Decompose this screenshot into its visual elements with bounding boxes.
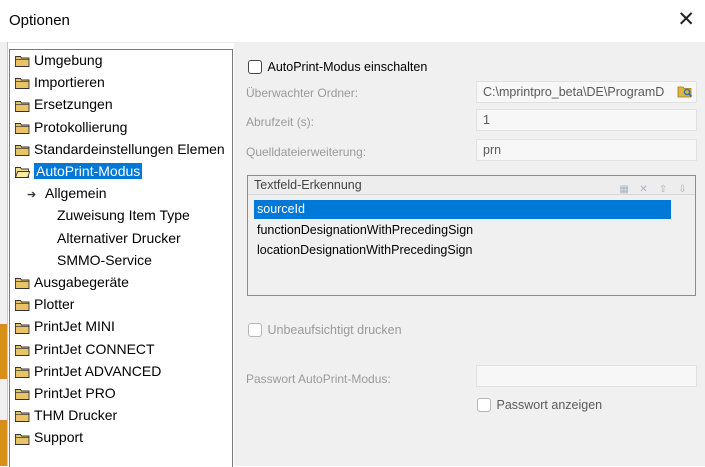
poll-time-value: 1 [483,113,490,127]
tree-item-label: Ersetzungen [34,96,113,113]
file-extension-value: prn [483,143,502,157]
tree-item-label: PrintJet MINI [34,318,115,335]
tree-item-label: Zuweisung Item Type [57,207,190,224]
enable-autoprint-row[interactable]: AutoPrint-Modus einschalten [248,59,427,74]
unattended-print-label: Unbeaufsichtigt drucken [267,322,402,337]
tree-item-label: PrintJet ADVANCED [34,362,162,379]
textfield-toolbar: ▦ ✕ ⇧ ⇩ [615,179,689,195]
options-tree[interactable]: Umgebung Importieren Ersetzungen Protokolli… [9,49,233,467]
tree-item[interactable]: Zuweisung Item Type [57,205,190,225]
tree-item[interactable]: Ausgabegeräte [15,272,129,292]
move-down-icon[interactable]: ⇩ [676,184,689,196]
tree-item-label: Protokollierung [34,118,128,135]
tree-item[interactable]: Support [15,427,83,447]
background-window-edge [0,42,8,466]
textfield-list-item[interactable]: sourceId [254,200,671,219]
folder-icon [15,100,30,112]
tree-item[interactable]: Plotter [15,294,74,314]
tree-item-label: THM Drucker [34,407,118,424]
tree-item[interactable]: PrintJet PRO [15,383,116,403]
watched-folder-value: C:\mprintpro_beta\DE\ProgramD [483,85,665,99]
poll-time-field[interactable]: 1 [476,109,697,131]
folder-icon [15,388,30,401]
password-field[interactable] [476,365,697,387]
file-extension-label: Quelldateierweiterung: [246,145,367,159]
tree-item[interactable]: SMMO-Service [57,250,152,270]
password-label: Passwort AutoPrint-Modus: [246,372,391,386]
enable-autoprint-checkbox[interactable] [248,59,262,74]
folder-open-icon [15,166,30,179]
tree-item-label: Allgemein [45,185,107,202]
watched-folder-label: Überwachter Ordner: [246,86,359,100]
browse-folder-icon[interactable] [677,84,693,98]
folder-icon [15,322,30,334]
title-bar: Optionen ✕ [0,0,705,43]
current-arrow-icon: ➔ [27,189,37,202]
textfield-list-item[interactable]: locationDesignationWithPrecedingSign [254,241,472,260]
folder-icon [15,344,30,356]
show-password-row[interactable]: Passwort anzeigen [477,397,602,412]
tree-item[interactable]: Standardeinstellungen Elemen [15,139,225,159]
tree-item[interactable]: ➔ Allgemein [27,183,106,203]
folder-icon [15,277,30,290]
tree-item-label: AutoPrint-Modus [34,163,143,179]
tree-item-label: PrintJet PRO [34,385,116,401]
tree-item[interactable]: PrintJet ADVANCED [15,361,161,381]
show-password-checkbox[interactable] [477,397,491,412]
tree-item-label: Support [34,429,84,446]
window-title: Optionen [9,12,70,29]
tree-item[interactable]: Protokollierung [15,117,127,137]
show-password-label: Passwort anzeigen [496,397,603,412]
file-extension-field[interactable]: prn [476,139,697,161]
tree-item-label: PrintJet CONNECT [34,340,155,357]
tree-item-label: Ausgabegeräte [34,274,129,290]
tree-item-label: Importieren [34,74,105,91]
add-item-icon[interactable]: ▦ [618,184,631,196]
tree-item-label: SMMO-Service [57,251,152,268]
tree-item[interactable]: Umgebung [15,50,103,70]
textfield-recognition-header: Textfeld-Erkennung ▦ ✕ ⇧ ⇩ [248,176,695,195]
folder-icon [15,144,30,157]
unattended-print-row[interactable]: Unbeaufsichtigt drucken [248,322,402,337]
close-icon[interactable]: ✕ [677,7,695,32]
poll-time-label: Abrufzeit (s): [246,115,315,129]
textfield-list-item[interactable]: functionDesignationWithPrecedingSign [254,221,473,240]
tree-item-label: Standardeinstellungen Elemen [34,140,225,157]
move-up-icon[interactable]: ⇧ [657,184,670,196]
tree-item[interactable]: Ersetzungen [15,94,113,114]
background-accent-strip [0,420,7,466]
tree-item[interactable]: PrintJet CONNECT [15,339,155,359]
unattended-print-checkbox[interactable] [248,322,262,337]
autoprint-settings-panel: AutoPrint-Modus einschalten Überwachter … [234,42,705,466]
tree-item[interactable]: THM Drucker [15,405,117,425]
tree-item[interactable]: Alternativer Drucker [57,228,181,248]
delete-item-icon[interactable]: ✕ [637,184,650,196]
tree-item[interactable]: PrintJet MINI [15,316,115,336]
folder-icon [15,410,30,423]
tree-item-label: Alternativer Drucker [57,229,181,246]
folder-icon [15,55,30,68]
folder-icon [15,433,30,445]
textfield-recognition-box: Textfeld-Erkennung ▦ ✕ ⇧ ⇩ sourceId funct… [247,175,696,296]
tree-item[interactable]: Importieren [15,72,105,92]
tree-item[interactable]: AutoPrint-Modus [15,161,143,181]
tree-item-label: Plotter [34,296,75,313]
enable-autoprint-label: AutoPrint-Modus einschalten [267,59,428,74]
textfield-recognition-title: Textfeld-Erkennung [254,178,362,192]
folder-icon [15,299,30,312]
tree-item-label: Umgebung [34,52,103,68]
folder-icon [15,122,30,134]
folder-icon [15,77,30,90]
folder-icon [15,366,30,379]
watched-folder-field[interactable]: C:\mprintpro_beta\DE\ProgramD [476,81,697,103]
background-accent-strip [0,324,7,379]
